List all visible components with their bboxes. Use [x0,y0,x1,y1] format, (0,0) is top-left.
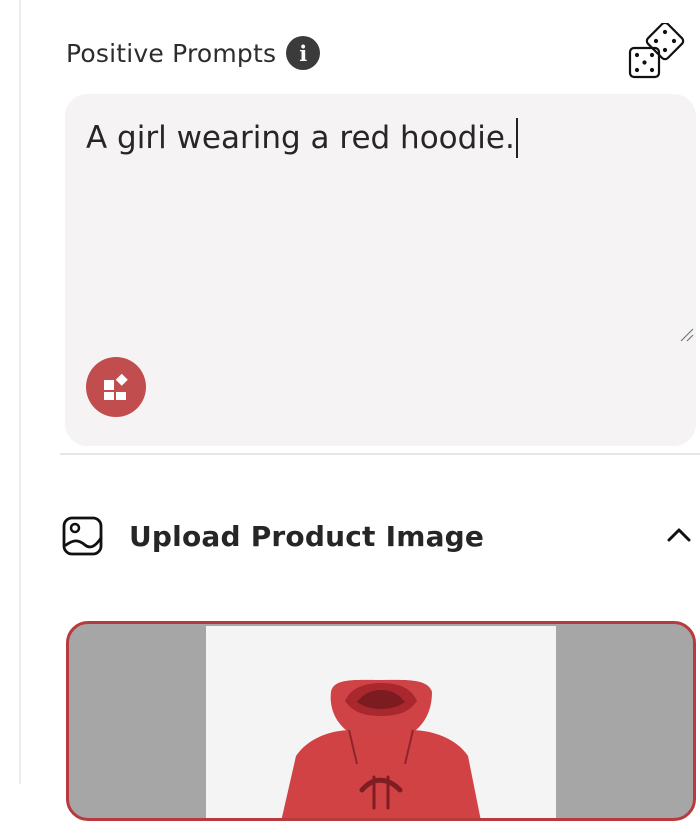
randomize-prompt-button[interactable] [628,21,688,80]
text-cursor [515,117,518,158]
upload-product-image-title: Upload Product Image [129,519,485,553]
prompt-enhance-button[interactable] [86,357,146,417]
chevron-up-icon[interactable] [666,524,692,546]
info-icon[interactable]: i [286,36,321,70]
prompt-textarea[interactable]: A girl wearing a red hoodie. [65,94,696,446]
section-divider [60,453,700,455]
prompt-text[interactable]: A girl wearing a red hoodie. [86,116,518,160]
left-panel-border [0,0,21,784]
positive-prompts-header: Positive Prompts i [66,34,321,72]
positive-prompts-title: Positive Prompts [66,38,277,68]
dice-icon [628,21,685,79]
resize-handle-icon[interactable] [679,327,694,342]
red-hoodie-image [281,679,481,818]
upload-product-image-header[interactable]: Upload Product Image [61,513,700,559]
product-image-preview [206,626,556,818]
widgets-icon [104,373,128,400]
product-image-card[interactable] [66,621,696,821]
image-icon [62,516,103,556]
prompt-value: A girl wearing a red hoodie. [86,120,515,156]
